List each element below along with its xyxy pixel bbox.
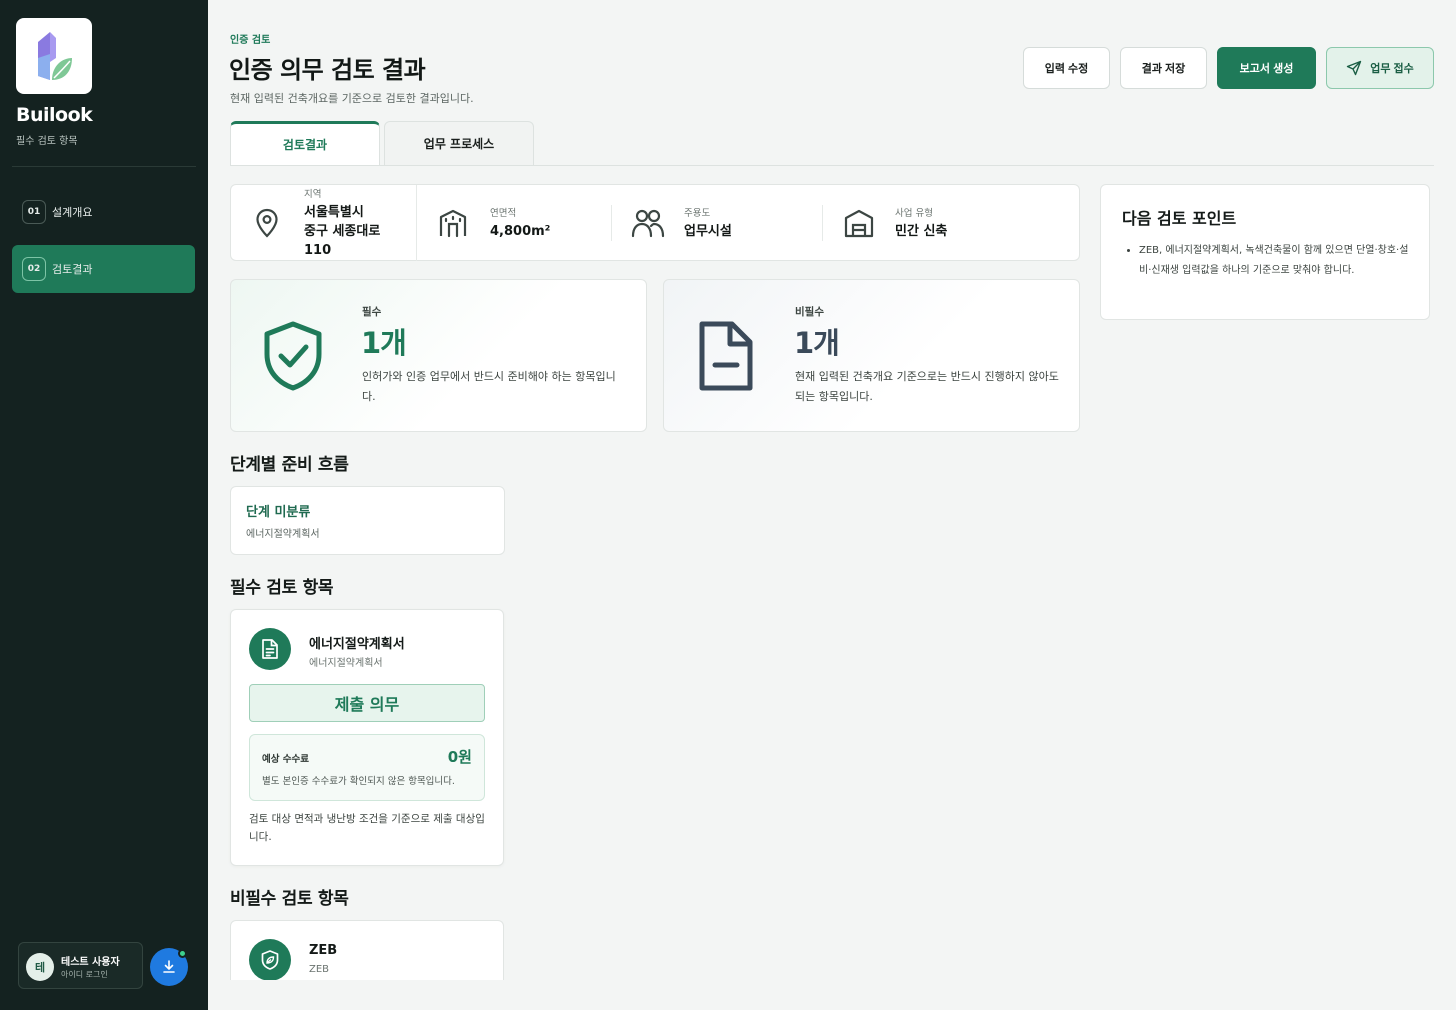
submit-task-label: 업무 접수	[1370, 63, 1414, 75]
required-summary-card: 필수 1개 인허가와 인증 업무에서 반드시 준비해야 하는 항목입니다.	[230, 279, 647, 432]
stage-flow-title: 단계별 준비 흐름	[230, 455, 349, 475]
info-label: 주용도	[684, 208, 711, 219]
info-region: 지역 서울특별시 중구 세종대로 110	[231, 185, 416, 261]
info-value: 4,800m²	[490, 224, 551, 239]
download-button[interactable]	[150, 948, 188, 986]
logo[interactable]	[16, 18, 92, 94]
location-pin-icon	[256, 208, 278, 238]
fee-box: 예상 수수료 0원 별도 본인증 수수료가 확인되지 않은 항목입니다.	[249, 734, 485, 801]
page-description: 현재 입력된 건축개요를 기준으로 검토한 결과입니다.	[230, 92, 474, 105]
eyebrow: 인증 검토	[230, 35, 271, 46]
document-badge	[249, 628, 291, 670]
summary-description: 현재 입력된 건축개요 기준으로는 반드시 진행하지 않아도 되는 항목입니다.	[795, 370, 1059, 403]
fee-note: 별도 본인증 수수료가 확인되지 않은 항목입니다.	[262, 776, 455, 787]
region-line-2: 중구 세종대로	[304, 224, 381, 239]
item-subtitle: 에너지절약계획서	[309, 658, 383, 669]
content-bottom-fade	[208, 980, 1456, 1010]
required-items-title: 필수 검토 항목	[230, 578, 334, 598]
info-type: 사업 유형 민간 신축	[823, 185, 1080, 261]
optional-summary-card: 비필수 1개 현재 입력된 건축개요 기준으로는 반드시 진행하지 않아도 되는…	[663, 279, 1080, 432]
sidebar: Builook 필수 검토 항목 01 설계개요 02 검토결과 테 테스트 사…	[0, 0, 208, 1010]
shield-leaf-icon	[261, 950, 279, 970]
item-name: ZEB	[309, 943, 338, 958]
info-label: 지역	[304, 189, 322, 200]
tab-review-result[interactable]: 검토결과	[230, 121, 380, 165]
login-status: 아이디 로그인	[61, 970, 108, 979]
brand-subtitle: 필수 검토 항목	[16, 136, 78, 147]
sidebar-item-design-overview[interactable]: 01 설계개요	[12, 188, 195, 236]
document-icon	[699, 321, 753, 391]
info-value: 업무시설	[684, 224, 732, 239]
building-icon	[439, 209, 467, 238]
brand-name: Builook	[16, 104, 93, 126]
zeb-badge	[249, 939, 291, 981]
info-use: 주용도 업무시설	[612, 185, 822, 261]
sidebar-item-review-result[interactable]: 02 검토결과	[12, 245, 195, 293]
summary-label: 필수	[362, 306, 382, 318]
info-area: 연면적 4,800m²	[417, 185, 612, 261]
notification-dot	[178, 949, 187, 958]
project-info-bar: 지역 서울특별시 중구 세종대로 110 연면적 4,800m² 주용도 업무시…	[230, 184, 1080, 261]
summary-count: 1개	[361, 326, 407, 360]
tab-divider	[230, 165, 1434, 166]
next-review-title: 다음 검토 포인트	[1122, 209, 1237, 228]
next-review-card: 다음 검토 포인트 ZEB, 에너지절약계획서, 녹색건축물이 함께 있으면 단…	[1100, 184, 1430, 320]
stage-card[interactable]: 단계 미분류 에너지절약계획서	[230, 486, 505, 555]
edit-input-button[interactable]: 입력 수정	[1023, 47, 1110, 89]
required-item-card[interactable]: 에너지절약계획서 에너지절약계획서 제출 의무 예상 수수료 0원 별도 본인증…	[230, 609, 504, 866]
info-value: 민간 신축	[895, 224, 948, 239]
region-line-3: 110	[304, 243, 332, 258]
warehouse-icon	[844, 209, 874, 238]
builook-logo-icon	[38, 32, 72, 80]
info-label: 연면적	[490, 208, 517, 219]
sidebar-item-label: 설계개요	[52, 206, 93, 219]
info-label: 사업 유형	[895, 208, 933, 219]
item-name: 에너지절약계획서	[309, 637, 405, 652]
users-icon	[631, 209, 665, 238]
next-review-list: ZEB, 에너지절약계획서, 녹색건축물이 함께 있으면 단열·창호·설비·신재…	[1139, 241, 1409, 281]
region-line-1: 서울특별시	[304, 205, 364, 220]
sidebar-item-label: 검토결과	[52, 263, 93, 276]
user-card[interactable]: 테 테스트 사용자 아이디 로그인	[18, 942, 143, 989]
fee-value: 0원	[447, 748, 472, 766]
submit-task-button[interactable]: 업무 접수	[1326, 47, 1434, 89]
tab-work-process[interactable]: 업무 프로세스	[384, 121, 534, 165]
summary-label: 비필수	[795, 306, 824, 318]
generate-report-button[interactable]: 보고서 생성	[1217, 47, 1316, 89]
summary-count: 1개	[794, 326, 840, 360]
save-result-button[interactable]: 결과 저장	[1120, 47, 1207, 89]
avatar: 테	[26, 953, 54, 981]
shield-check-icon	[264, 321, 322, 391]
optional-items-title: 비필수 검토 항목	[230, 889, 349, 909]
summary-description: 인허가와 인증 업무에서 반드시 준비해야 하는 항목입니다.	[362, 370, 616, 403]
item-subtitle: ZEB	[309, 964, 330, 975]
sidebar-divider	[12, 166, 196, 167]
nav-number: 02	[22, 257, 46, 281]
download-icon	[163, 960, 175, 973]
stage-subtitle: 에너지절약계획서	[246, 529, 320, 540]
obligation-badge: 제출 의무	[249, 684, 485, 722]
page-title: 인증 의무 검토 결과	[229, 56, 426, 84]
nav-number: 01	[22, 200, 46, 224]
document-icon	[262, 639, 278, 659]
fee-label: 예상 수수료	[262, 754, 310, 765]
stage-title: 단계 미분류	[246, 505, 311, 520]
list-item: ZEB, 에너지절약계획서, 녹색건축물이 함께 있으면 단열·창호·설비·신재…	[1139, 241, 1409, 281]
item-description: 검토 대상 면적과 냉난방 조건을 기준으로 제출 대상입니다.	[249, 813, 485, 843]
user-name: 테스트 사용자	[61, 957, 120, 968]
send-icon	[1347, 60, 1362, 76]
